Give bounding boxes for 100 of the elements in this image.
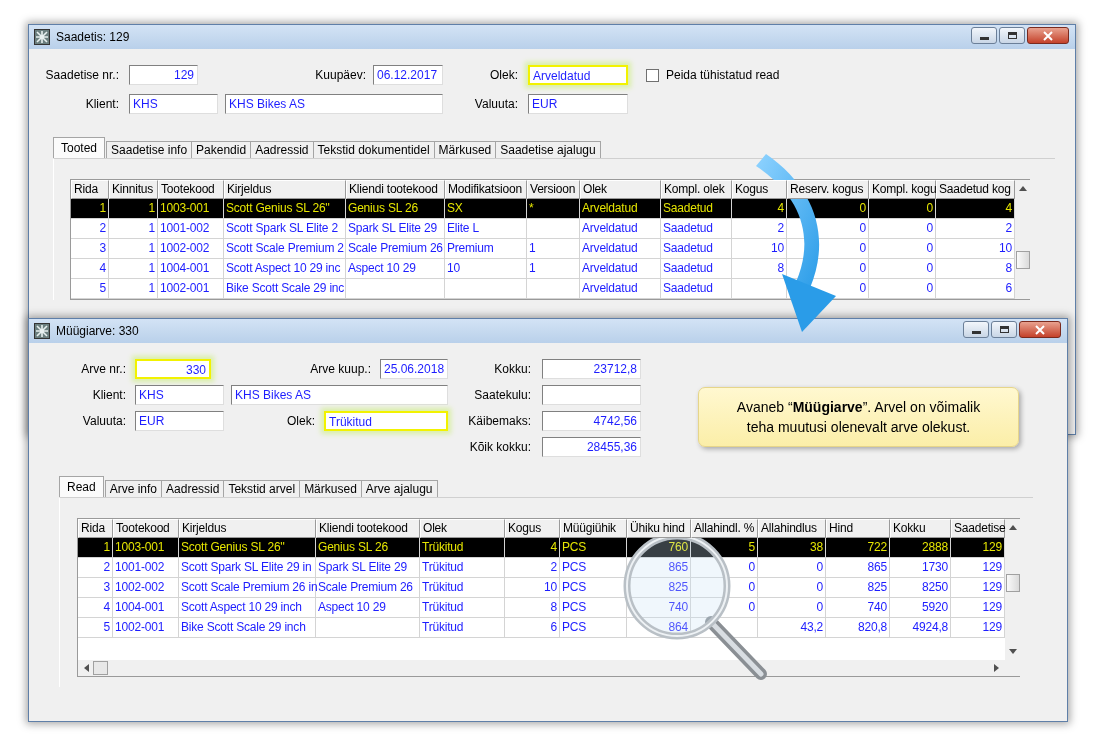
column-header[interactable]: Kirjeldus bbox=[179, 519, 316, 538]
table-cell: 1004-001 bbox=[113, 598, 179, 618]
field-label: Klient: bbox=[84, 97, 119, 111]
scrollbar[interactable] bbox=[1015, 180, 1031, 299]
minimize-button[interactable] bbox=[963, 321, 989, 338]
input-field[interactable]: 129 bbox=[129, 65, 198, 85]
column-header[interactable]: Tootekood bbox=[113, 519, 179, 538]
table-cell: 4 bbox=[505, 538, 560, 558]
app-icon bbox=[34, 29, 50, 45]
table-cell: 1 bbox=[109, 259, 158, 279]
close-button[interactable] bbox=[1027, 27, 1069, 44]
maximize-button[interactable] bbox=[991, 321, 1017, 338]
tab[interactable]: Saadetise ajalugu bbox=[495, 141, 601, 158]
close-icon bbox=[1035, 324, 1045, 335]
table-cell: Arveldatud bbox=[580, 199, 661, 219]
table-cell: 10 bbox=[445, 259, 527, 279]
checkbox[interactable] bbox=[646, 68, 659, 82]
table-row[interactable]: 2 1001-002 Scott Spark SL Elite 29 in Spark SL Elite 29 Trükitud 2 PCS 865 0 0 865 1730 129 bbox=[78, 558, 1005, 578]
tab[interactable]: Arve ajalugu bbox=[360, 480, 438, 497]
column-header[interactable]: Kinnitus bbox=[109, 180, 158, 199]
table-cell: 2 bbox=[505, 558, 560, 578]
scrollbar[interactable] bbox=[1005, 519, 1021, 676]
column-header[interactable]: Kliendi tootekood bbox=[346, 180, 445, 199]
input-field[interactable]: Trükitud bbox=[324, 411, 448, 431]
table-row[interactable]: 1 1003-001 Scott Genius SL 26'' Genius SL 26 Trükitud 4 PCS 760 5 38 722 2888 129 bbox=[78, 538, 1005, 558]
scroll-up-icon[interactable] bbox=[1019, 186, 1027, 191]
input-field[interactable] bbox=[542, 385, 641, 405]
column-header[interactable]: Kliendi tootekood bbox=[316, 519, 420, 538]
table-row[interactable]: 4 1004-001 Scott Aspect 10 29 inch Aspect 10 29 Trükitud 8 PCS 740 0 0 740 5920 129 bbox=[78, 598, 1005, 618]
scroll-down-icon[interactable] bbox=[1009, 649, 1017, 654]
table-cell bbox=[527, 279, 580, 299]
column-header[interactable]: Kogus bbox=[732, 180, 787, 199]
table-cell: 3 bbox=[71, 239, 109, 259]
input-field[interactable]: 28455,36 bbox=[542, 437, 641, 457]
input-field[interactable]: KHS bbox=[129, 94, 218, 114]
scroll-thumb[interactable] bbox=[1016, 251, 1030, 269]
table-cell: 2 bbox=[71, 219, 109, 239]
column-header[interactable]: Kompl. kogu bbox=[869, 180, 936, 199]
field-label: Valuuta: bbox=[81, 414, 126, 428]
minimize-button[interactable] bbox=[971, 27, 997, 44]
scroll-thumb[interactable] bbox=[1006, 574, 1020, 592]
app-icon bbox=[34, 323, 50, 339]
table-row[interactable]: 5 1002-001 Bike Scott Scale 29 inch Trükitud 6 PCS 864 43,2 820,8 4924,8 129 bbox=[78, 618, 1005, 638]
column-header[interactable]: Rida bbox=[78, 519, 113, 538]
column-header[interactable]: Allahindl. % bbox=[691, 519, 758, 538]
table-cell: 38 bbox=[758, 538, 826, 558]
column-header[interactable]: Ühiku hind bbox=[627, 519, 691, 538]
column-header[interactable]: Olek bbox=[580, 180, 661, 199]
scroll-up-icon[interactable] bbox=[1009, 525, 1017, 530]
column-header[interactable]: Tootekood bbox=[158, 180, 224, 199]
column-header[interactable]: Kokku bbox=[890, 519, 951, 538]
table-cell: 0 bbox=[691, 578, 758, 598]
column-header[interactable]: Rida bbox=[71, 180, 109, 199]
table-cell: 4 bbox=[71, 259, 109, 279]
input-field[interactable]: 23712,8 bbox=[542, 359, 641, 379]
table-cell: 0 bbox=[691, 558, 758, 578]
table-cell: Scott Aspect 10 29 inch bbox=[179, 598, 316, 618]
column-header[interactable]: Olek bbox=[420, 519, 505, 538]
scroll-thumb[interactable] bbox=[93, 661, 108, 675]
table-cell: PCS bbox=[560, 598, 627, 618]
table-row[interactable]: 3 1002-002 Scott Scale Premium 26 inScale Premium 26 Trükitud 10 PCS 825 0 0 825 8250 129 bbox=[78, 578, 1005, 598]
close-button[interactable] bbox=[1019, 321, 1061, 338]
table-cell: 1730 bbox=[890, 558, 951, 578]
column-header[interactable]: Kirjeldus bbox=[224, 180, 346, 199]
input-field[interactable]: 25.06.2018 bbox=[380, 359, 448, 379]
input-field[interactable]: EUR bbox=[528, 94, 628, 114]
input-field[interactable]: KHS Bikes AS bbox=[231, 385, 448, 405]
table-cell: 4 bbox=[732, 199, 787, 219]
window-title: Müügiarve: 330 bbox=[56, 324, 139, 338]
column-header[interactable]: Allahindlus bbox=[758, 519, 826, 538]
column-header[interactable]: Versioon bbox=[527, 180, 580, 199]
tab[interactable]: Arve info bbox=[104, 480, 163, 497]
table-cell: 0 bbox=[758, 598, 826, 618]
column-header[interactable]: Kogus bbox=[505, 519, 560, 538]
scroll-right-icon[interactable] bbox=[994, 664, 999, 672]
column-header[interactable]: Hind bbox=[826, 519, 890, 538]
tab[interactable]: Tooted bbox=[53, 137, 106, 158]
input-field[interactable]: KHS Bikes AS bbox=[225, 94, 443, 114]
scroll-left-icon[interactable] bbox=[84, 664, 89, 672]
column-header[interactable]: Kompl. olek bbox=[661, 180, 732, 199]
scrollbar[interactable] bbox=[78, 660, 1005, 676]
table-cell: 1002-002 bbox=[113, 578, 179, 598]
column-header[interactable]: Modifikatsioon bbox=[445, 180, 527, 199]
input-field[interactable]: 4742,56 bbox=[542, 411, 641, 431]
table-row[interactable]: 1 1 1003-001 Scott Genius SL 26'' Genius SL 26 SX * Arveldatud Saadetud 4 0 0 4 bbox=[71, 199, 1015, 219]
input-field[interactable]: EUR bbox=[135, 411, 224, 431]
column-header[interactable]: Müügiühik bbox=[560, 519, 627, 538]
table-cell: 4 bbox=[78, 598, 113, 618]
column-header[interactable]: Saadetise bbox=[951, 519, 1005, 538]
column-header[interactable]: Saadetud kog bbox=[936, 180, 1015, 199]
tab[interactable]: Read bbox=[59, 476, 104, 497]
input-field[interactable]: KHS bbox=[135, 385, 224, 405]
minimize-icon bbox=[971, 331, 981, 334]
tab[interactable]: Saadetise info bbox=[106, 141, 193, 158]
column-header[interactable]: Reserv. kogus bbox=[787, 180, 869, 199]
maximize-button[interactable] bbox=[999, 27, 1025, 44]
input-field[interactable]: 330 bbox=[135, 359, 211, 379]
input-field[interactable]: 06.12.2017 bbox=[373, 65, 443, 85]
input-field[interactable]: Arveldatud bbox=[528, 65, 628, 85]
table-cell: Arveldatud bbox=[580, 239, 661, 259]
